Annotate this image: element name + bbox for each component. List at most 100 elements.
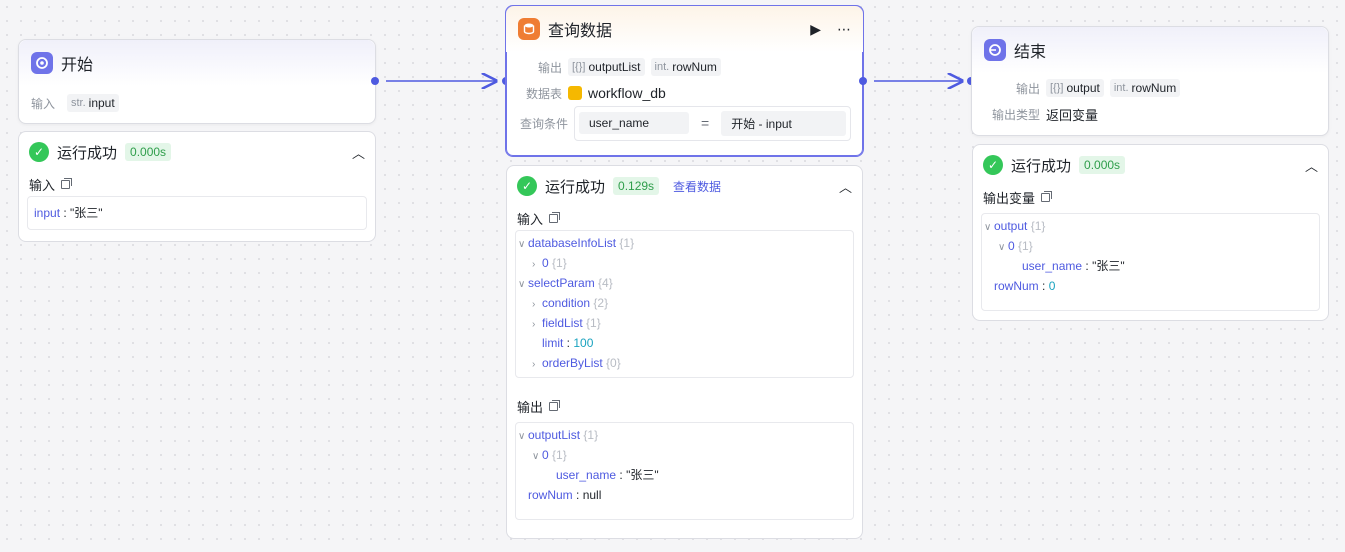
end-node-title: 结束 bbox=[1014, 44, 1047, 61]
query-result-panel: ✓ 运行成功 0.129s 查看数据 ︿ 输入 ∨ databaseInfoLis… bbox=[506, 165, 863, 539]
tag-type-prefix: int. bbox=[1113, 82, 1129, 94]
section-label: 输出变量 bbox=[983, 190, 1036, 206]
tag-type-prefix: int. bbox=[654, 61, 670, 73]
query-node-title: 查询数据 bbox=[548, 23, 613, 40]
end-node[interactable]: 结束 输出 [{}] output int. rowNum 输出类型 返回变量 bbox=[971, 26, 1329, 136]
tag-name: input bbox=[88, 96, 115, 110]
start-output-port[interactable] bbox=[371, 77, 379, 85]
tree-line: rowNum : 0 bbox=[994, 279, 1056, 293]
tree-value: "张三" bbox=[1092, 259, 1125, 273]
end-output-type-label: 输出类型 bbox=[991, 107, 1040, 122]
input-section-title: 输入 bbox=[507, 206, 862, 230]
more-options-icon[interactable]: ⋯ bbox=[837, 21, 851, 38]
view-data-link[interactable]: 查看数据 bbox=[673, 178, 721, 195]
table-db-icon bbox=[568, 86, 582, 100]
collapsed-arrow-icon[interactable]: › bbox=[532, 255, 542, 275]
condition-field[interactable]: user_name bbox=[579, 112, 689, 134]
copy-icon[interactable] bbox=[549, 211, 561, 223]
collapsed-arrow-icon[interactable]: › bbox=[532, 315, 542, 335]
tree-line: user_name : "张三" bbox=[1022, 259, 1125, 273]
start-input-row: 输入 str. input bbox=[19, 90, 375, 116]
tree-key: rowNum bbox=[994, 279, 1039, 293]
tree-key: condition bbox=[542, 296, 591, 310]
expanded-arrow-icon[interactable]: ∨ bbox=[518, 235, 528, 255]
tree-key: rowNum bbox=[528, 488, 573, 502]
expanded-arrow-icon[interactable]: ∨ bbox=[984, 218, 994, 238]
output-tag: int. rowNum bbox=[1109, 79, 1181, 97]
query-condition-label: 查询条件 bbox=[519, 116, 568, 131]
tree-line[interactable]: ∨ selectParam {4} bbox=[516, 273, 853, 293]
query-table-row: 数据表 workflow_db bbox=[506, 80, 863, 106]
output-section-title: 输出 bbox=[507, 394, 862, 418]
tree-key: 0 bbox=[1008, 239, 1015, 253]
condition-value[interactable]: 开始 - input bbox=[721, 110, 846, 136]
tree-line: input : "张三" bbox=[34, 206, 103, 220]
copy-icon[interactable] bbox=[1041, 190, 1053, 202]
expanded-arrow-icon[interactable]: ∨ bbox=[532, 447, 542, 467]
tree-line[interactable]: ∨ output {1} bbox=[982, 216, 1319, 236]
collapsed-arrow-icon[interactable]: › bbox=[532, 295, 542, 315]
tree-count: {0} bbox=[606, 356, 621, 370]
condition-box[interactable]: user_name = 开始 - input bbox=[574, 105, 851, 141]
tree-line: limit : 100 bbox=[542, 336, 594, 350]
success-check-icon: ✓ bbox=[983, 155, 1003, 175]
database-icon bbox=[518, 18, 540, 40]
tag-type-prefix: str. bbox=[71, 97, 86, 109]
tag-name: output bbox=[1066, 81, 1100, 95]
expanded-arrow-icon[interactable]: ∨ bbox=[518, 427, 528, 447]
tree-line[interactable]: ∨ outputList {1} bbox=[516, 425, 853, 445]
tag-type-prefix: [{}] bbox=[572, 61, 586, 73]
query-node[interactable]: 查询数据 ▶ ⋯ 输出 [{}] outputList int. rowNum … bbox=[505, 5, 864, 157]
collapse-chevron-icon[interactable]: ︿ bbox=[1305, 156, 1318, 175]
expanded-arrow-icon[interactable]: ∨ bbox=[518, 275, 528, 295]
tag-name: rowNum bbox=[1131, 81, 1177, 95]
end-result-header: ✓ 运行成功 0.000s ︿ bbox=[973, 145, 1328, 185]
output-tag: [{}] outputList bbox=[568, 58, 645, 76]
tree-value: 100 bbox=[573, 336, 594, 350]
tree-line[interactable]: › orderByList {0} bbox=[516, 353, 853, 373]
collapsed-arrow-icon[interactable]: › bbox=[532, 355, 542, 375]
tree-value: "张三" bbox=[626, 468, 659, 482]
start-input-tree: input : "张三" bbox=[27, 196, 367, 230]
tree-count: {1} bbox=[1030, 219, 1046, 233]
tree-line[interactable]: › condition {2} bbox=[516, 293, 853, 313]
tree-value: 0 bbox=[1048, 279, 1056, 293]
tree-line[interactable]: › fieldList {1} bbox=[516, 313, 853, 333]
query-result-header: ✓ 运行成功 0.129s 查看数据 ︿ bbox=[507, 166, 862, 206]
tree-key: 0 bbox=[542, 256, 549, 270]
table-name: workflow_db bbox=[588, 85, 666, 101]
run-play-icon[interactable]: ▶ bbox=[810, 21, 821, 38]
run-status: 运行成功 bbox=[545, 178, 606, 196]
tree-key: user_name bbox=[556, 468, 617, 482]
collapse-chevron-icon[interactable]: ︿ bbox=[352, 143, 365, 162]
section-label: 输入 bbox=[29, 177, 56, 193]
query-input-tree: ∨ databaseInfoList {1} › 0 {1} ∨ selectPara… bbox=[515, 230, 854, 378]
query-output-port[interactable] bbox=[859, 77, 867, 85]
tree-count: {1} bbox=[583, 428, 599, 442]
section-label: 输入 bbox=[517, 211, 544, 227]
success-check-icon: ✓ bbox=[517, 176, 537, 196]
tree-value: null bbox=[582, 488, 602, 502]
condition-operator[interactable]: = bbox=[697, 115, 713, 131]
tree-count: {4} bbox=[598, 276, 613, 290]
tree-count: {1} bbox=[552, 448, 567, 462]
tree-count: {1} bbox=[586, 316, 601, 330]
tree-line: rowNum : null bbox=[528, 488, 602, 502]
tag-type-prefix: [{}] bbox=[1050, 82, 1064, 94]
collapse-chevron-icon[interactable]: ︿ bbox=[839, 177, 852, 196]
copy-icon[interactable] bbox=[549, 399, 561, 411]
tree-line[interactable]: ∨ 0 {1} bbox=[516, 445, 853, 465]
output-tag: [{}] output bbox=[1046, 79, 1104, 97]
tree-line[interactable]: ∨ 0 {1} bbox=[982, 236, 1319, 256]
tree-line: user_name : "张三" bbox=[556, 468, 659, 482]
query-output-row: 输出 [{}] outputList int. rowNum bbox=[506, 54, 863, 80]
tree-line[interactable]: ∨ databaseInfoList {1} bbox=[516, 233, 853, 253]
run-duration: 0.000s bbox=[1079, 156, 1126, 174]
run-status: 运行成功 bbox=[57, 144, 118, 162]
expanded-arrow-icon[interactable]: ∨ bbox=[998, 238, 1008, 258]
tree-line[interactable]: › 0 {1} bbox=[516, 253, 853, 273]
tree-count: {1} bbox=[552, 256, 567, 270]
tree-key: input bbox=[34, 206, 61, 220]
start-node[interactable]: 开始 输入 str. input bbox=[18, 39, 376, 124]
copy-icon[interactable] bbox=[61, 177, 73, 189]
